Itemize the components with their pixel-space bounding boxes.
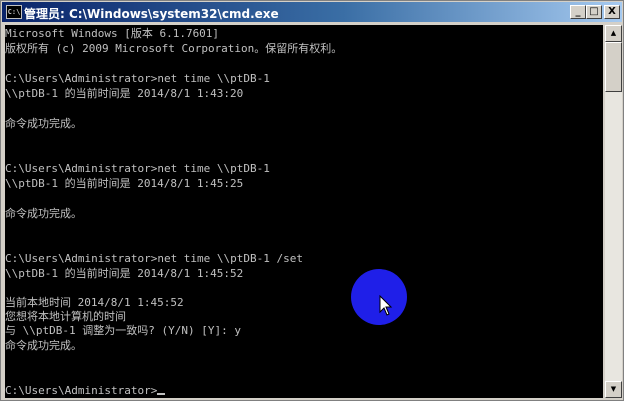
console-line: C:\Users\Administrator>net time \\ptDB-1… xyxy=(5,252,304,265)
console-line: \\ptDB-1 的当前时间是 2014/8/1 1:43:20 xyxy=(5,87,244,100)
scroll-down-arrow-icon[interactable]: ▼ xyxy=(605,381,622,398)
mouse-pointer-icon xyxy=(379,295,393,316)
close-button[interactable]: X xyxy=(604,5,620,19)
maximize-button[interactable]: □ xyxy=(586,5,602,19)
vertical-scrollbar[interactable]: ▲ ▼ xyxy=(605,25,622,398)
scrollbar-thumb[interactable] xyxy=(605,42,622,92)
console-line: C:\Users\Administrator>net time \\ptDB-1 xyxy=(5,162,270,175)
cmd-window: C:\ 管理员: C:\Windows\system32\cmd.exe _ □… xyxy=(0,0,624,401)
console-line: Microsoft Windows [版本 6.1.7601] xyxy=(5,27,220,40)
console-line: 命令成功完成。 xyxy=(5,207,82,220)
console-line: \\ptDB-1 的当前时间是 2014/8/1 1:45:25 xyxy=(5,177,244,190)
console-line: \\ptDB-1 的当前时间是 2014/8/1 1:45:52 xyxy=(5,267,244,280)
console-line: 当前本地时间 2014/8/1 1:45:52 xyxy=(5,296,184,309)
console-prompt: C:\Users\Administrator> xyxy=(5,384,158,397)
console-line: 与 \\ptDB-1 调整为一致吗? (Y/N) [Y]: y xyxy=(5,324,241,337)
minimize-button[interactable]: _ xyxy=(570,5,586,19)
console-line: 您想将本地计算机的时间 xyxy=(5,310,126,323)
console-line: 命令成功完成。 xyxy=(5,339,82,352)
window-title: 管理员: C:\Windows\system32\cmd.exe xyxy=(24,7,279,21)
console-line: 命令成功完成。 xyxy=(5,117,82,130)
console-output[interactable]: Microsoft Windows [版本 6.1.7601] 版权所有 (c)… xyxy=(5,25,603,398)
text-cursor xyxy=(157,393,166,395)
console-line: C:\Users\Administrator>net time \\ptDB-1 xyxy=(5,72,270,85)
title-bar[interactable]: C:\ 管理员: C:\Windows\system32\cmd.exe _ □… xyxy=(2,2,622,22)
cmd-app-icon[interactable]: C:\ xyxy=(6,5,22,19)
scroll-up-arrow-icon[interactable]: ▲ xyxy=(605,25,622,42)
console-line: 版权所有 (c) 2009 Microsoft Corporation。保留所有… xyxy=(5,42,343,55)
console-prompt-line[interactable]: C:\Users\Administrator> xyxy=(5,384,166,397)
